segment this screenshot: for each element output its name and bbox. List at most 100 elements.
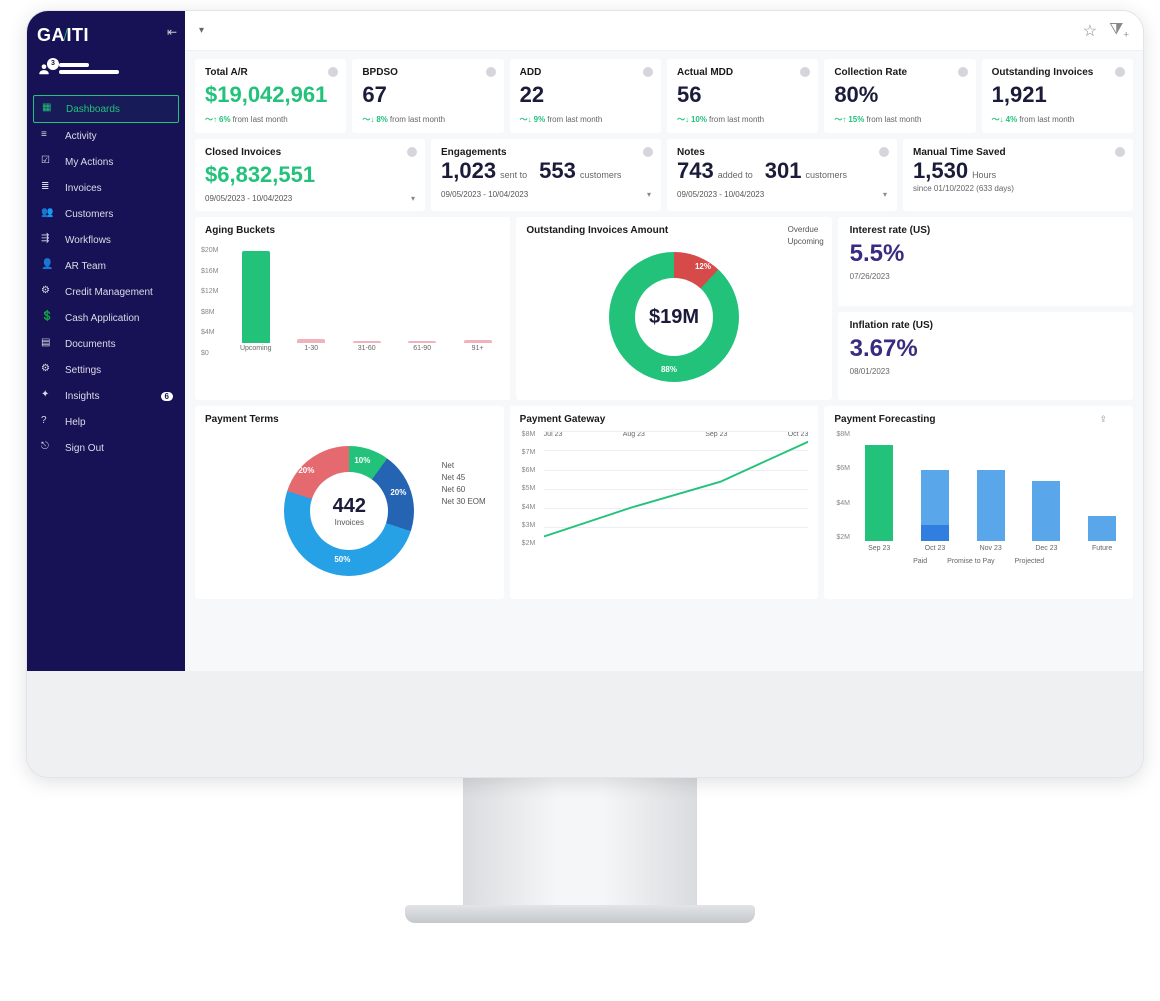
sidebar-item-customers[interactable]: 👥Customers [33, 201, 179, 227]
sidebar-item-my-actions[interactable]: ☑My Actions [33, 149, 179, 175]
aging-buckets-chart: Aging Buckets $20M$16M$12M$8M$4M$0 Upcom… [195, 217, 510, 400]
date-range-selector[interactable]: 09/05/2023 - 10/04/2023▾ [205, 194, 415, 203]
sidebar-item-help[interactable]: ?Help [33, 409, 179, 435]
notes-added: 743 [677, 158, 714, 184]
sidebar-item-credit-management[interactable]: ⚙Credit Management [33, 279, 179, 305]
chart-title: Payment Forecasting [834, 414, 1123, 425]
slice-label: 20% [298, 466, 314, 475]
bar-upcoming[interactable]: Upcoming [237, 251, 274, 352]
sidebar-item-invoices[interactable]: ≣Invoices [33, 175, 179, 201]
info-icon[interactable] [879, 147, 889, 157]
forecast-bar-oct-23[interactable] [914, 470, 956, 542]
forecast-bar-future[interactable] [1081, 516, 1123, 541]
sidebar-item-settings[interactable]: ⚙Settings [33, 357, 179, 383]
legend-item: Net 45 [442, 473, 486, 482]
info-icon[interactable] [643, 147, 653, 157]
sidebar-item-label: Customers [65, 209, 113, 220]
forecast-bar-sep-23[interactable] [858, 445, 900, 541]
info-icon[interactable] [328, 67, 338, 77]
forecast-bar-dec-23[interactable] [1026, 481, 1068, 542]
bar-label: 61-90 [413, 345, 431, 352]
info-icon[interactable] [1115, 147, 1125, 157]
legend-item: Promise to Pay [947, 558, 994, 565]
date-range-selector[interactable]: 09/05/2023 - 10/04/2023▾ [441, 190, 651, 199]
sidebar-item-sign-out[interactable]: ⎋Sign Out [33, 435, 179, 461]
kpi-title: BPDSO [362, 67, 493, 78]
date-range-selector[interactable]: 09/05/2023 - 10/04/2023▾ [677, 190, 887, 199]
kpi-value: 22 [520, 82, 651, 108]
card-title: Notes [677, 147, 887, 158]
donut-ring: 12% 88% $19M [609, 252, 739, 382]
forecast-bar-nov-23[interactable] [970, 470, 1012, 542]
kpi-card-bpdso: BPDSO 67 〜↓ 8% from last month [352, 59, 503, 133]
sidebar-item-dashboards[interactable]: ▦Dashboards [33, 95, 179, 123]
forecast-seg-promise [921, 525, 949, 542]
dashboard-selector[interactable]: ▾ [199, 25, 204, 36]
kpi-value: 67 [362, 82, 493, 108]
chart-title: Outstanding Invoices Amount [526, 225, 821, 236]
filter-add-icon[interactable]: ⧩₊ [1109, 21, 1129, 41]
export-icon[interactable]: ⇪ [1099, 414, 1107, 425]
engagements-card: Engagements 1,023 sent to 553 customers … [431, 139, 661, 211]
bar-1-30[interactable]: 1-30 [292, 339, 329, 352]
x-tick: Sep 23 [858, 545, 900, 552]
kpi-title: Collection Rate [834, 67, 965, 78]
kpi-title: ADD [520, 67, 651, 78]
x-axis: Sep 23Oct 23Nov 23Dec 23Future [858, 541, 1123, 552]
info-icon[interactable] [407, 147, 417, 157]
donut-center-sub: Invoices [335, 518, 364, 527]
sidebar-item-workflows[interactable]: ⇶Workflows [33, 227, 179, 253]
engagements-sent: 1,023 [441, 158, 496, 184]
bar-61-90[interactable]: 61-90 [403, 341, 440, 352]
payment-terms-chart: Payment Terms 10% 20% 50% 20% 442 Invoic… [195, 406, 504, 599]
sidebar-item-activity[interactable]: ≡Activity [33, 123, 179, 149]
sidebar-item-ar-team[interactable]: 👤AR Team [33, 253, 179, 279]
bar-fill [353, 341, 381, 343]
trend-up-icon: 〜↑ [834, 114, 846, 125]
kpi-trend: 〜↓ 8% from last month [362, 114, 493, 125]
trend-down-icon: 〜↓ [677, 114, 689, 125]
sidebar-item-insights[interactable]: ✦Insights6 [33, 383, 179, 409]
sidebar-item-documents[interactable]: ▤Documents [33, 331, 179, 357]
slice-label: 50% [334, 555, 350, 564]
info-icon[interactable] [800, 67, 810, 77]
sidebar-item-label: Help [65, 417, 86, 428]
payment-gateway-chart: Payment Gateway $8M$7M$6M$5M$4M$3M$2M Ju… [510, 406, 819, 599]
rate-date: 08/01/2023 [850, 367, 1121, 376]
forecast-seg-proj [921, 470, 949, 525]
user-name-placeholder [59, 70, 119, 74]
nav-icon: ✦ [41, 389, 55, 403]
star-icon[interactable]: ☆ [1083, 21, 1097, 41]
kpi-value: 56 [677, 82, 808, 108]
kpi-title: Actual MDD [677, 67, 808, 78]
chart-legend: PaidPromise to PayProjected [834, 558, 1123, 565]
card-title: Manual Time Saved [913, 147, 1123, 158]
dashboard-content: Total A/R$19,042,961〜↑ 6% from last mont… [185, 51, 1143, 671]
collapse-sidebar-icon[interactable]: ⇤ [167, 25, 177, 39]
bar-31-60[interactable]: 31-60 [348, 341, 385, 352]
nav-icon: ▦ [42, 102, 56, 116]
bar-fill [464, 340, 492, 343]
interest-rate-card: Interest rate (US) 5.5% 07/26/2023 [838, 217, 1133, 306]
x-tick: Future [1081, 545, 1123, 552]
bar-91-[interactable]: 91+ [459, 340, 496, 352]
info-icon[interactable] [643, 67, 653, 77]
info-icon[interactable] [486, 67, 496, 77]
chevron-down-icon: ▾ [883, 190, 887, 199]
sidebar-item-label: Documents [65, 339, 116, 350]
rate-date: 07/26/2023 [850, 272, 1121, 281]
legend-item: Net 30 EOM [442, 497, 486, 506]
sidebar-item-cash-application[interactable]: 💲Cash Application [33, 305, 179, 331]
trend-down-icon: 〜↓ [520, 114, 532, 125]
user-menu[interactable]: 3 [27, 52, 185, 93]
legend-item: Net [442, 461, 486, 470]
slice-label: 10% [354, 456, 370, 465]
trend-down-icon: 〜↓ [992, 114, 1004, 125]
info-icon[interactable] [958, 67, 968, 77]
nav-icon: ⇶ [41, 233, 55, 247]
kpi-card-outstanding-invoices: Outstanding Invoices1,921〜↓ 4% from last… [982, 59, 1133, 133]
info-icon[interactable] [1115, 67, 1125, 77]
sidebar-item-label: Invoices [65, 183, 102, 194]
kpi-trend: 〜↑ 15% from last month [834, 114, 965, 125]
chart-title: Payment Terms [205, 414, 494, 425]
